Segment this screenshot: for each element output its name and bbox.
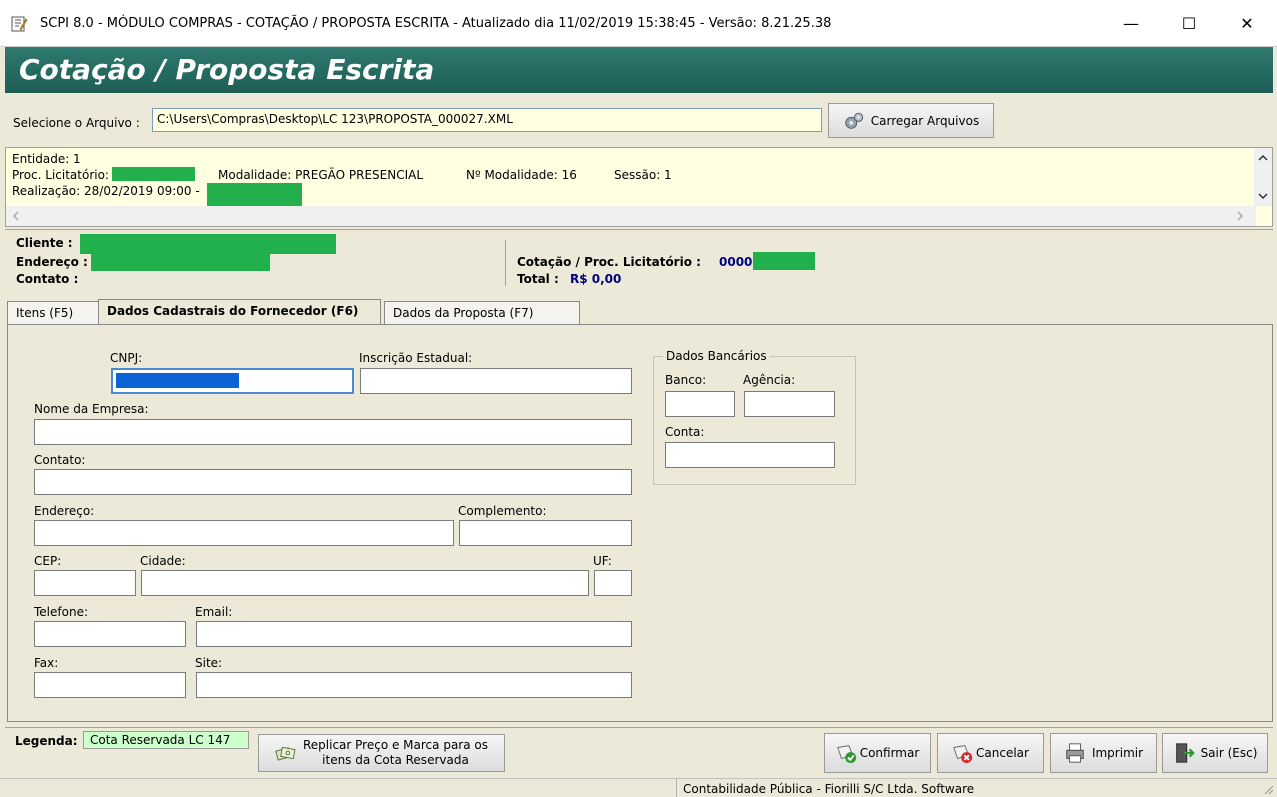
contato-field-label: Contato: (34, 453, 86, 467)
imprimir-label: Imprimir (1091, 746, 1144, 760)
printer-icon (1066, 743, 1084, 763)
site-input[interactable] (196, 672, 632, 698)
header-banner: Cotação / Proposta Escrita (5, 47, 1273, 93)
uf-input[interactable] (594, 570, 632, 596)
info-horizontal-scrollbar[interactable] (6, 206, 1256, 226)
tab-dados-cadastrais[interactable]: Dados Cadastrais do Fornecedor (F6) (98, 299, 381, 325)
telefone-label: Telefone: (34, 605, 88, 619)
maximize-button[interactable]: ☐ (1166, 8, 1212, 40)
empresa-label: Nome da Empresa: (34, 402, 149, 416)
replicar-label: Replicar Preço e Marca para os itens da … (303, 738, 488, 768)
cidade-label: Cidade: (140, 554, 186, 568)
ie-label: Inscrição Estadual: (359, 351, 473, 365)
email-label: Email: (195, 605, 233, 619)
status-divider (676, 779, 677, 797)
fax-input[interactable] (34, 672, 186, 698)
confirm-check-icon (836, 745, 856, 764)
redacted-realizacao (207, 183, 302, 207)
contato-input[interactable] (34, 469, 632, 495)
total-label: Total : (517, 272, 559, 286)
exit-door-icon (1175, 743, 1195, 763)
email-input[interactable] (196, 621, 632, 647)
complemento-input[interactable] (459, 520, 632, 546)
minimize-button[interactable]: — (1108, 8, 1154, 40)
telefone-input[interactable] (34, 621, 186, 647)
endereco-input[interactable] (34, 520, 454, 546)
conta-label: Conta: (665, 425, 705, 439)
cidade-input[interactable] (141, 570, 589, 596)
cancelar-button[interactable]: Cancelar (937, 733, 1044, 773)
chevron-up-icon[interactable] (1258, 154, 1268, 162)
uf-label: UF: (593, 554, 612, 568)
entidade-text: Entidade: 1 (12, 152, 81, 166)
cota-reservada-legend: Cota Reservada LC 147 (83, 731, 249, 749)
window-title: SCPI 8.0 - MÓDULO COMPRAS - COTAÇÃO / PR… (40, 16, 832, 31)
banco-label: Banco: (665, 373, 707, 387)
banco-input[interactable] (665, 391, 735, 417)
confirmar-label: Confirmar (859, 746, 920, 760)
cep-input[interactable] (34, 570, 136, 596)
cotacao-label: Cotação / Proc. Licitatório : (517, 255, 701, 269)
cep-label: CEP: (34, 554, 62, 568)
total-value: R$ 0,00 (570, 272, 622, 286)
cnpj-label: CNPJ: (110, 351, 143, 365)
file-label: Selecione o Arquivo : (13, 116, 140, 130)
tab-itens[interactable]: Itens (F5) (7, 301, 99, 325)
complemento-label: Complemento: (458, 504, 547, 518)
load-files-button[interactable]: Carregar Arquivos (828, 103, 994, 138)
app-icon (11, 16, 28, 32)
agencia-label: Agência: (743, 373, 796, 387)
legenda-label: Legenda: (15, 734, 78, 748)
cnpj-input[interactable] (111, 368, 354, 394)
endereco-field-label: Endereço: (34, 504, 95, 518)
redacted-cotacao (753, 252, 815, 270)
chevron-left-icon[interactable] (12, 211, 20, 221)
cancel-x-icon (953, 745, 973, 764)
window-titlebar: SCPI 8.0 - MÓDULO COMPRAS - COTAÇÃO / PR… (0, 0, 1277, 47)
n-modalidade-text: Nº Modalidade: 16 (466, 168, 577, 182)
redacted-endereco (91, 254, 270, 271)
replicar-button[interactable]: Replicar Preço e Marca para os itens da … (258, 734, 505, 772)
bank-title: Dados Bancários (663, 349, 770, 363)
modalidade-text: Modalidade: PREGÃO PRESENCIAL (218, 168, 424, 182)
site-label: Site: (195, 656, 223, 670)
chevron-right-icon[interactable] (1236, 211, 1244, 221)
replicar-label-line2: itens da Cota Reservada (322, 753, 469, 767)
page-title: Cotação / Proposta Escrita (19, 53, 435, 86)
chevron-down-icon[interactable] (1258, 192, 1268, 200)
close-button[interactable]: ✕ (1224, 8, 1270, 40)
money-cards-icon (275, 746, 296, 761)
status-text: Contabilidade Pública - Fiorilli S/C Ltd… (683, 782, 975, 796)
cancelar-label: Cancelar (976, 746, 1029, 760)
load-files-label: Carregar Arquivos (870, 113, 980, 128)
cotacao-value: 0000 (719, 255, 753, 269)
divider (505, 240, 506, 286)
proc-text: Proc. Licitatório: (12, 168, 109, 182)
gears-icon (845, 112, 863, 129)
sair-label: Sair (Esc) (1200, 746, 1258, 760)
empresa-input[interactable] (34, 419, 632, 445)
fax-label: Fax: (34, 656, 59, 670)
cliente-label: Cliente : (16, 236, 73, 250)
file-path-input[interactable]: C:\Users\Compras\Desktop\LC 123\PROPOSTA… (152, 108, 822, 132)
cnpj-selection (116, 373, 239, 388)
replicar-label-line1: Replicar Preço e Marca para os (302, 738, 488, 752)
status-bar: Contabilidade Pública - Fiorilli S/C Ltd… (0, 778, 1277, 797)
resize-grip-icon[interactable] (1262, 783, 1274, 795)
divider (5, 229, 1273, 230)
tab-dados-proposta[interactable]: Dados da Proposta (F7) (384, 301, 580, 325)
redacted-cliente (80, 234, 336, 254)
conta-input[interactable] (665, 442, 835, 468)
info-vertical-scrollbar[interactable] (1254, 148, 1272, 206)
redacted-proc (112, 167, 195, 181)
sair-button[interactable]: Sair (Esc) (1162, 733, 1268, 773)
confirmar-button[interactable]: Confirmar (824, 733, 931, 773)
imprimir-button[interactable]: Imprimir (1050, 733, 1157, 773)
contato-label: Contato : (16, 272, 79, 286)
agencia-input[interactable] (744, 391, 835, 417)
endereco-label: Endereço : (16, 255, 88, 269)
sessao-text: Sessão: 1 (614, 168, 672, 182)
realizacao-text: Realização: 28/02/2019 09:00 - (12, 184, 200, 198)
ie-input[interactable] (360, 368, 632, 394)
